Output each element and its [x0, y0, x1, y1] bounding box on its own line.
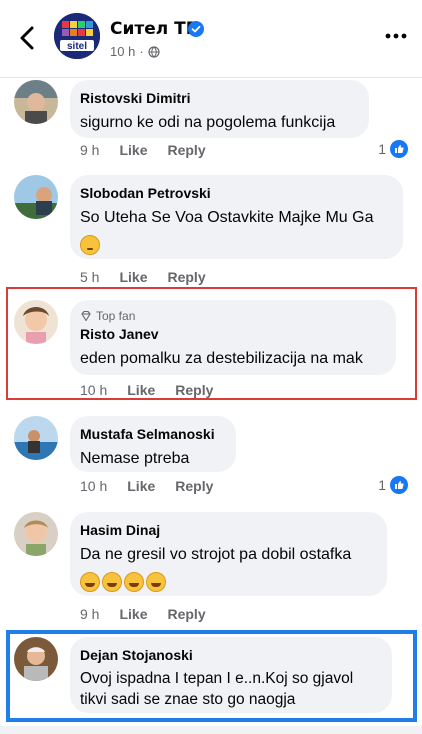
diamond-icon [81, 310, 91, 322]
page-logo-text: sitel [67, 41, 87, 52]
comment-text-line: tikvi sadi se znae sto go naogja [80, 691, 296, 708]
comment-bubble: Top fan Risto Janev eden pomalku za dest… [70, 300, 396, 375]
back-arrow-icon[interactable] [16, 22, 40, 54]
comment-bubble: Hasim Dinaj Da ne gresil vo strojot pa d… [70, 512, 387, 596]
comment-text: So Uteha Se Voa Ostavkite Majke Mu Ga [80, 209, 374, 226]
thinking-face-icon [80, 235, 100, 255]
comment-actions: 10 h Like Reply [80, 382, 213, 398]
comment-bubble: Dejan Stojanoski Ovoj ispadna I tepan I … [70, 637, 392, 713]
grinning-face-icon [80, 572, 100, 592]
like-button[interactable]: Like [119, 269, 147, 285]
comment-author[interactable]: Dejan Stojanoski [80, 646, 380, 664]
comment-text: Da ne gresil vo strojot pa dobil ostafka [80, 546, 352, 563]
comment-time[interactable]: 9 h [80, 142, 99, 158]
grinning-face-icon [124, 572, 144, 592]
comment-text: sigurno ke odi na pogolema funkcija [80, 114, 336, 131]
comment-time[interactable]: 10 h [80, 478, 107, 494]
post-header: sitel Ситeл ТВ 10 h · [0, 0, 422, 78]
grinning-face-icon [146, 572, 166, 592]
meta-separator: · [139, 44, 144, 59]
comment-time[interactable]: 9 h [80, 606, 99, 622]
public-globe-icon [148, 45, 160, 58]
comment-bubble: Ristovski Dimitri sigurno ke odi na pogo… [70, 80, 369, 138]
page-avatar[interactable]: sitel [54, 13, 100, 59]
comment-actions: 10 h Like Reply [80, 478, 213, 494]
grinning-face-icon [102, 572, 122, 592]
comment-bubble: Mustafa Selmanoski Nemase ptreba [70, 416, 236, 472]
next-comment-edge [0, 726, 422, 734]
verified-badge-icon [188, 21, 204, 37]
reply-button[interactable]: Reply [167, 142, 205, 158]
thumbs-up-icon [390, 140, 408, 158]
like-button[interactable]: Like [127, 478, 155, 494]
comment-time[interactable]: 5 h [80, 269, 99, 285]
emoji-row [80, 235, 391, 255]
page-name[interactable]: Ситeл ТВ [110, 19, 199, 39]
reply-button[interactable]: Reply [175, 382, 213, 398]
reaction-count[interactable]: 1 [378, 476, 408, 494]
comment-author[interactable]: Mustafa Selmanoski [80, 425, 224, 443]
like-count: 1 [378, 477, 386, 493]
like-button[interactable]: Like [127, 382, 155, 398]
commenter-avatar[interactable] [14, 300, 58, 344]
reaction-count[interactable]: 1 [378, 140, 408, 158]
commenter-avatar[interactable] [14, 175, 58, 219]
top-fan-label: Top fan [96, 309, 136, 323]
reply-button[interactable]: Reply [167, 269, 205, 285]
emoji-row [80, 572, 375, 592]
comment-text: Nemase ptreba [80, 450, 190, 467]
post-meta: 10 h · [110, 44, 160, 59]
more-options-icon[interactable] [384, 32, 408, 40]
commenter-avatar[interactable] [14, 512, 58, 556]
comment-author[interactable]: Ristovski Dimitri [80, 89, 357, 107]
comment-actions: 9 h Like Reply [80, 606, 206, 622]
like-count: 1 [378, 141, 386, 157]
reply-button[interactable]: Reply [175, 478, 213, 494]
reply-button[interactable]: Reply [167, 606, 205, 622]
thumbs-up-icon [390, 476, 408, 494]
comment-bubble: Slobodan Petrovski So Uteha Se Voa Ostav… [70, 175, 403, 259]
like-button[interactable]: Like [119, 142, 147, 158]
comment-author[interactable]: Slobodan Petrovski [80, 184, 391, 202]
comment-author[interactable]: Hasim Dinaj [80, 521, 375, 539]
comment-actions: 5 h Like Reply [80, 269, 206, 285]
comment-author[interactable]: Risto Janev [80, 325, 384, 343]
commenter-avatar[interactable] [14, 416, 58, 460]
comment-actions: 9 h Like Reply [80, 142, 206, 158]
like-button[interactable]: Like [119, 606, 147, 622]
comment-text-line: Ovoj ispadna I tepan I e..n.Koj so gjavo… [80, 670, 354, 687]
comment-time[interactable]: 10 h [80, 382, 107, 398]
post-time[interactable]: 10 h [110, 44, 135, 59]
top-fan-badge: Top fan [80, 309, 384, 323]
comment-text: eden pomalku za destebilizacija na mak [80, 350, 363, 367]
commenter-avatar[interactable] [14, 637, 58, 681]
commenter-avatar[interactable] [14, 80, 58, 124]
